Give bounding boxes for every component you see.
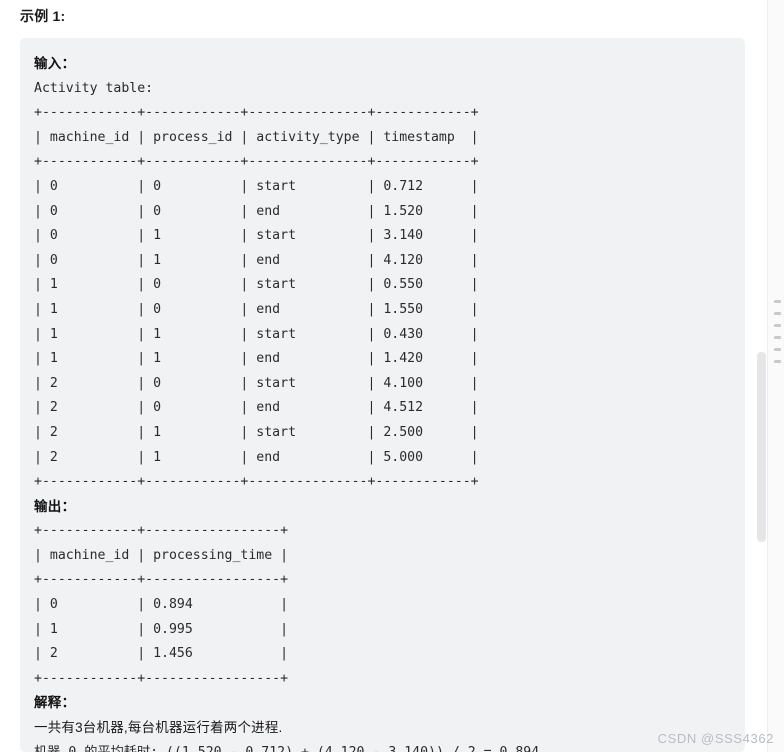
minimap-tick xyxy=(774,348,781,351)
table-row: | 1 | 1 | start | 0.430 | xyxy=(34,326,479,342)
table-row: | 0 | 0 | end | 1.520 | xyxy=(34,203,479,219)
table-row: | 0 | 0.894 | xyxy=(34,597,289,613)
explanation-line: 机器 0 的平均耗时: ((1.520 - 0.712) + (4.120 - … xyxy=(34,741,745,752)
input-border-header: +------------+------------+-------------… xyxy=(34,154,479,170)
watermark: CSDN @SSS4362 xyxy=(657,731,774,746)
input-header-row: | machine_id | process_id | activity_typ… xyxy=(34,129,479,145)
table-row: | 2 | 1 | end | 5.000 | xyxy=(34,449,479,465)
right-rail xyxy=(767,0,784,752)
input-table-name: Activity table: xyxy=(34,80,154,96)
table-row: | 1 | 0 | end | 1.550 | xyxy=(34,301,479,317)
explanation-summary: 一共有3台机器,每台机器运行着两个进程. xyxy=(34,720,283,736)
minimap-tick xyxy=(774,324,781,327)
table-row: | 2 | 0 | start | 4.100 | xyxy=(34,375,479,391)
table-row: | 1 | 0.995 | xyxy=(34,621,289,637)
output-header-row: | machine_id | processing_time | xyxy=(34,547,289,563)
page-title: 示例 1: xyxy=(20,8,66,24)
input-border-top: +------------+------------+-------------… xyxy=(34,105,479,121)
input-border-bottom: +------------+------------+-------------… xyxy=(34,474,479,490)
table-row: | 0 | 0 | start | 0.712 | xyxy=(34,178,479,194)
input-label: 输入： xyxy=(34,56,76,71)
minimap-tick xyxy=(774,312,781,315)
minimap-tick xyxy=(774,360,781,363)
table-row: | 0 | 1 | start | 3.140 | xyxy=(34,228,479,244)
minimap-ticks xyxy=(774,300,781,363)
page-root: 示例 1: 输入： Activity table: +------------+… xyxy=(0,0,784,752)
minimap-tick xyxy=(774,300,781,303)
table-row: | 0 | 1 | end | 4.120 | xyxy=(34,252,479,268)
output-label: 输出： xyxy=(34,498,76,514)
vertical-scrollbar-thumb[interactable] xyxy=(757,352,766,542)
minimap-tick xyxy=(774,336,781,339)
output-border-header: +------------+-----------------+ xyxy=(34,572,289,588)
table-row: | 2 | 1.456 | xyxy=(34,646,289,662)
table-row: | 1 | 0 | start | 0.550 | xyxy=(34,277,479,293)
output-border-bottom: +------------+-----------------+ xyxy=(34,670,289,686)
table-row: | 2 | 0 | end | 4.512 | xyxy=(34,400,479,416)
explanation-label: 解释： xyxy=(34,695,76,711)
code-block: 输入： Activity table: +------------+------… xyxy=(20,38,745,752)
table-row: | 1 | 1 | end | 1.420 | xyxy=(34,351,479,367)
table-row: | 2 | 1 | start | 2.500 | xyxy=(34,424,479,440)
output-border-top: +------------+-----------------+ xyxy=(34,523,289,539)
